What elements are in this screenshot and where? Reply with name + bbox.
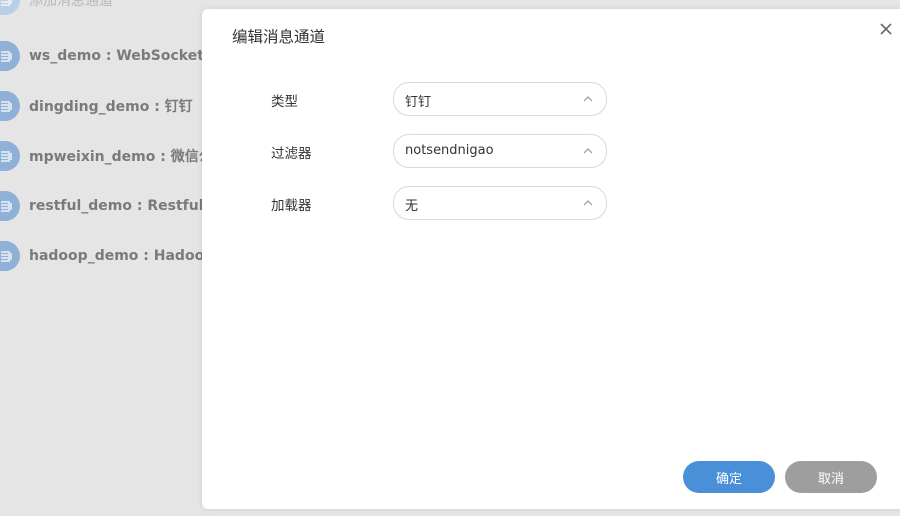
confirm-button[interactable]: 确定 [683,461,775,493]
add-channel-label: 添加消息通道 [29,0,113,9]
channel-icon [0,0,20,15]
channel-icon [0,191,20,221]
type-label: 类型 [271,94,298,110]
channel-item-hadoop-demo[interactable]: hadoop_demo : Hadoop [0,241,214,271]
chevron-up-icon [583,200,593,206]
cancel-button[interactable]: 取消 [785,461,877,493]
loader-label: 加载器 [271,198,312,214]
close-icon[interactable] [878,21,894,37]
form-row-filter: 过滤器 notsendnigao [202,134,900,168]
channel-icon [0,41,20,71]
chevron-up-icon [583,148,593,154]
edit-channel-dialog: 编辑消息通道 类型 钉钉 过滤器 notsendnigao 加载器 无 确定 取… [202,9,900,509]
channel-icon [0,91,20,121]
chevron-up-icon [583,96,593,102]
channel-icon [0,241,20,271]
form-row-loader: 加载器 无 [202,186,900,220]
channel-label: hadoop_demo : Hadoop [29,248,215,264]
form-row-type: 类型 钉钉 [202,82,900,116]
channel-label: dingding_demo : 钉钉 [29,99,193,115]
filter-label: 过滤器 [271,146,312,162]
channel-label: ws_demo : WebSocket [29,48,204,64]
type-select[interactable]: 钉钉 [393,82,607,116]
filter-select[interactable]: notsendnigao [393,134,607,168]
channel-item-restful-demo[interactable]: restful_demo : Restful [0,191,204,221]
type-select-value: 钉钉 [405,95,432,110]
loader-select[interactable]: 无 [393,186,607,220]
channel-item-ws-demo[interactable]: ws_demo : WebSocket [0,41,204,71]
dialog-title: 编辑消息通道 [232,28,326,46]
add-channel-item[interactable]: 添加消息通道 [0,0,113,15]
channel-label: restful_demo : Restful [29,198,204,214]
channel-item-dingding-demo[interactable]: dingding_demo : 钉钉 [0,91,193,121]
filter-select-value: notsendnigao [405,143,494,158]
loader-select-value: 无 [405,199,419,214]
channel-icon [0,141,20,171]
channel-list: 添加消息通道 ws_demo : WebSocket dingding_demo… [0,0,241,516]
